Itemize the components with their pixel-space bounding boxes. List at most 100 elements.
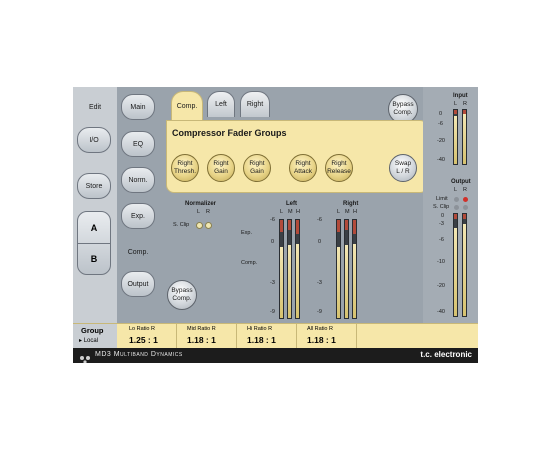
normalizer-sclip-label: S. Clip bbox=[173, 222, 190, 228]
edit-button[interactable]: Edit bbox=[75, 94, 115, 120]
brand-name: t.c. electronic bbox=[420, 350, 472, 359]
output-scale-4: -20 bbox=[437, 283, 445, 289]
right-gain-label-2: Right Gain bbox=[249, 160, 265, 175]
nav-output[interactable]: Output bbox=[121, 271, 155, 297]
b-label: B bbox=[90, 253, 98, 264]
tab-comp-label: Comp. bbox=[176, 103, 198, 110]
tc-logo-icon bbox=[79, 351, 91, 363]
tab-left[interactable]: Left bbox=[207, 91, 235, 117]
local-text: Local bbox=[83, 338, 99, 344]
store-label: Store bbox=[85, 182, 103, 190]
nav-output-label: Output bbox=[127, 280, 149, 288]
all-ratio-label: All Ratio R bbox=[307, 326, 333, 332]
bypass-comp-bottom-label: Bypass Comp. bbox=[171, 287, 193, 302]
right-meters-h: H bbox=[353, 209, 357, 215]
right-scale-3: -9 bbox=[317, 309, 322, 315]
a-button[interactable]: A bbox=[78, 212, 110, 244]
local-label: ▸ Local bbox=[79, 337, 98, 344]
hi-ratio-value: 1.18 : 1 bbox=[247, 335, 276, 345]
right-band-meter-1 bbox=[344, 219, 349, 319]
input-scale-3: -40 bbox=[437, 157, 445, 163]
hi-ratio-cell[interactable]: Hi Ratio R 1.18 : 1 bbox=[237, 324, 297, 348]
store-button[interactable]: Store bbox=[77, 173, 111, 199]
output-limit-l-led bbox=[454, 197, 459, 202]
right-release-button[interactable]: Right Release bbox=[325, 154, 353, 182]
ratio-strip: Group ▸ Local Lo Ratio R 1.25 : 1 Mid Ra… bbox=[73, 323, 478, 348]
b-button[interactable]: B bbox=[78, 243, 110, 274]
right-gain-button-1[interactable]: Right Gain bbox=[207, 154, 235, 182]
bypass-comp-top-label: Bypass Comp. bbox=[392, 101, 414, 116]
tab-right[interactable]: Right bbox=[240, 91, 270, 117]
right-scale-0: -6 bbox=[317, 217, 322, 223]
output-l-label: L bbox=[454, 187, 458, 193]
left-meters-l: L bbox=[280, 209, 284, 215]
io-label: I/O bbox=[89, 136, 99, 144]
left-meters-h: H bbox=[296, 209, 300, 215]
mid-ratio-value: 1.18 : 1 bbox=[187, 335, 216, 345]
nav-exp-label: Exp. bbox=[130, 212, 145, 220]
right-thresh-button[interactable]: Right Thresh. bbox=[171, 154, 199, 182]
output-sclip-l-led bbox=[454, 205, 459, 210]
io-button[interactable]: I/O bbox=[77, 127, 111, 153]
left-meters-title: Left bbox=[286, 201, 297, 207]
right-meters-l: L bbox=[337, 209, 341, 215]
mid-ratio-cell[interactable]: Mid Ratio R 1.18 : 1 bbox=[177, 324, 237, 348]
output-scale-1: -3 bbox=[439, 221, 444, 227]
nav-eq-label: EQ bbox=[132, 140, 144, 148]
lo-ratio-value: 1.25 : 1 bbox=[129, 335, 158, 345]
swap-lr-label: Swap L / R bbox=[394, 160, 412, 175]
hi-ratio-label: Hi Ratio R bbox=[247, 326, 273, 332]
nav-main-label: Main bbox=[130, 103, 146, 111]
group-cell[interactable]: Group ▸ Local bbox=[73, 324, 117, 348]
right-release-label: Right Release bbox=[327, 160, 351, 175]
lo-ratio-label: Lo Ratio R bbox=[129, 326, 155, 332]
nav-exp[interactable]: Exp. bbox=[121, 203, 155, 229]
tab-comp[interactable]: Comp. bbox=[171, 91, 203, 121]
right-gain-button-2[interactable]: Right Gain bbox=[243, 154, 271, 182]
right-band-meter-2 bbox=[352, 219, 357, 319]
output-sclip-r-led bbox=[463, 205, 468, 210]
all-ratio-cell[interactable]: All Ratio R 1.18 : 1 bbox=[297, 324, 357, 348]
footer-bar: MD3 Multiband Dynamics t.c. electronic bbox=[73, 348, 478, 363]
right-scale-2: -3 bbox=[317, 280, 322, 286]
input-meter-r bbox=[462, 109, 467, 165]
output-r-label: R bbox=[463, 187, 467, 193]
group-label: Group bbox=[81, 326, 104, 335]
right-scale-1: 0 bbox=[318, 239, 322, 245]
output-meter-r bbox=[462, 213, 467, 317]
output-scale-0: 0 bbox=[441, 213, 445, 219]
input-meter-l bbox=[453, 109, 458, 165]
output-sclip-label: S. Clip bbox=[433, 204, 450, 210]
a-label: A bbox=[90, 222, 98, 233]
left-scale-1: 0 bbox=[271, 239, 275, 245]
nav-norm[interactable]: Norm. bbox=[121, 167, 155, 193]
nav-comp-label: Comp. bbox=[127, 248, 149, 256]
swap-lr-button[interactable]: Swap L / R bbox=[389, 154, 417, 182]
nav-comp[interactable]: Comp. bbox=[117, 237, 159, 267]
left-scale-0: -6 bbox=[270, 217, 275, 223]
output-limit-r-led bbox=[463, 197, 468, 202]
output-scale-3: -10 bbox=[437, 259, 445, 265]
left-band-meter-2 bbox=[295, 219, 300, 319]
compressor-fader-panel: Compressor Fader Groups Right Thresh. Ri… bbox=[166, 120, 428, 193]
left-meters-m: M bbox=[288, 209, 293, 215]
bypass-comp-bottom-button[interactable]: Bypass Comp. bbox=[167, 280, 197, 310]
nav-main[interactable]: Main bbox=[121, 94, 155, 120]
io-meter-column bbox=[423, 87, 478, 323]
normalizer-l-label: L bbox=[197, 209, 201, 215]
exp-label: Exp. bbox=[241, 230, 253, 236]
right-attack-button[interactable]: Right Attack bbox=[289, 154, 317, 182]
input-scale-1: -6 bbox=[438, 121, 443, 127]
output-scale-2: -6 bbox=[439, 237, 444, 243]
left-column bbox=[73, 87, 117, 323]
normalizer-title: Normalizer bbox=[185, 201, 217, 207]
right-gain-label-1: Right Gain bbox=[213, 160, 229, 175]
nav-eq[interactable]: EQ bbox=[121, 131, 155, 157]
right-thresh-label: Right Thresh. bbox=[173, 160, 197, 175]
ab-group: A B bbox=[77, 211, 111, 275]
lo-ratio-cell[interactable]: Lo Ratio R 1.25 : 1 bbox=[117, 324, 177, 348]
right-attack-label: Right Attack bbox=[293, 160, 313, 175]
normalizer-r-label: R bbox=[206, 209, 210, 215]
normalizer-sclip-l-led bbox=[196, 222, 203, 229]
product-name: MD3 Multiband Dynamics bbox=[95, 351, 183, 358]
